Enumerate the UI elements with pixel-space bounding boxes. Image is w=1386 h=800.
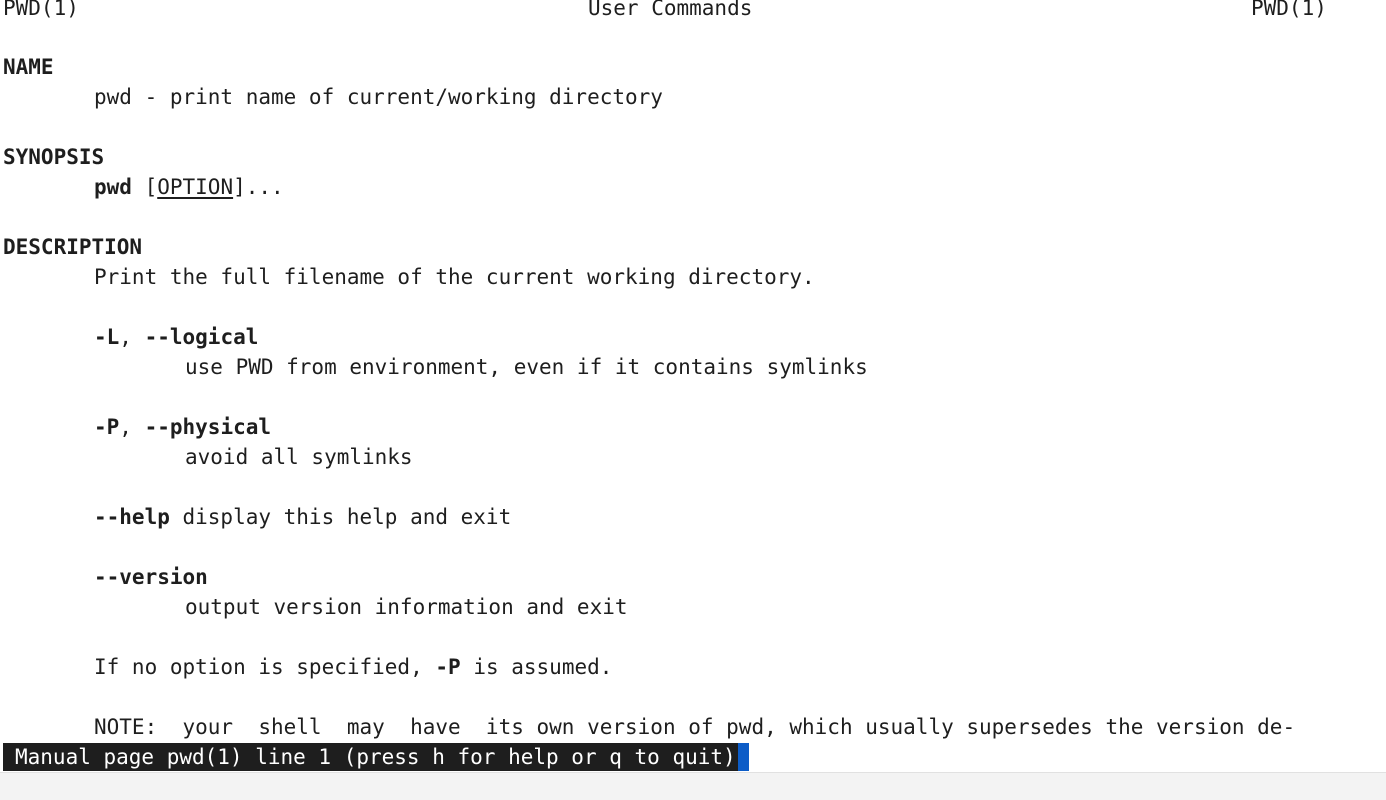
option-physical-desc: avoid all symlinks (185, 445, 413, 469)
section-heading-synopsis: SYNOPSIS (3, 145, 105, 169)
option-logical-desc: use PWD from environment, even if it con… (185, 355, 868, 379)
option-physical: -P, --physical (94, 415, 272, 439)
terminal-cursor (737, 743, 749, 771)
default-option-text: If no option is specified, -P is assumed… (94, 655, 613, 679)
synopsis-option: OPTION (157, 175, 234, 199)
note-text: NOTE: your shell may have its own versio… (94, 715, 1296, 739)
section-heading-description: DESCRIPTION (3, 235, 143, 259)
option-help: --help display this help and exit (94, 505, 512, 529)
section-heading-name: NAME (3, 55, 54, 79)
header-right-title: PWD(1) (1251, 0, 1327, 20)
synopsis-command: pwd (94, 175, 132, 199)
terminal-bottom-strip (0, 772, 1386, 800)
option-logical: -L, --logical (94, 325, 259, 349)
option-version: --version (94, 565, 208, 589)
man-page-viewer[interactable]: PWD(1) User Commands PWD(1) NAME pwd - p… (0, 0, 1386, 772)
description-intro: Print the full filename of the current w… (94, 265, 815, 289)
pager-status-bar: Manual page pwd(1) line 1 (press h for h… (3, 743, 749, 771)
synopsis-line: pwd [OPTION]... (94, 175, 284, 199)
header-center-title: User Commands (588, 0, 753, 20)
option-version-desc: output version information and exit (185, 595, 628, 619)
pager-status-text: Manual page pwd(1) line 1 (press h for h… (15, 745, 736, 769)
name-text: pwd - print name of current/working dire… (94, 85, 663, 109)
header-left-title: PWD(1) (3, 0, 79, 20)
